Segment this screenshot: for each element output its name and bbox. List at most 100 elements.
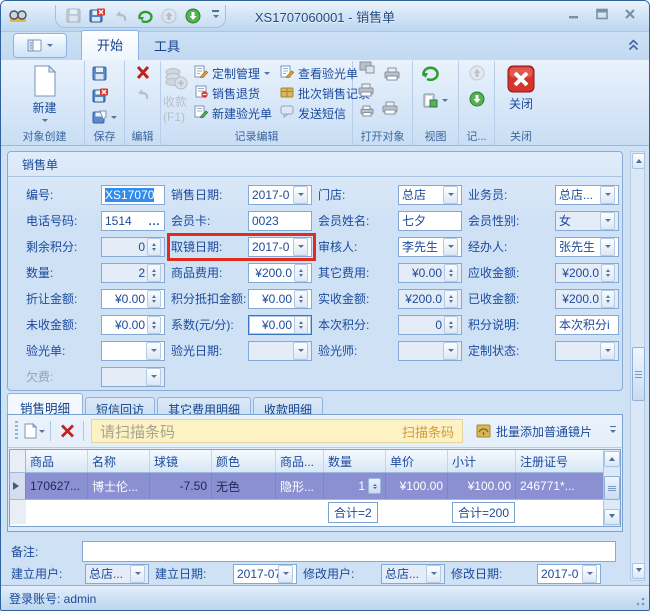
dropdown-arrow-icon[interactable] bbox=[443, 342, 458, 360]
modified-date-select[interactable]: 2017-0 bbox=[537, 564, 601, 584]
dropdown-arrow-icon[interactable] bbox=[600, 186, 615, 204]
receivable-input[interactable]: ¥200.0 bbox=[555, 263, 619, 283]
row-indicator-header[interactable] bbox=[10, 450, 26, 472]
dropdown-arrow-icon[interactable] bbox=[443, 186, 458, 204]
spinner-buttons[interactable] bbox=[294, 316, 308, 334]
toolbar-grip-handle[interactable] bbox=[15, 421, 18, 441]
application-menu-button[interactable] bbox=[13, 33, 67, 58]
col-name-header[interactable]: 名称 bbox=[88, 450, 150, 472]
new-button[interactable]: 新建 bbox=[32, 63, 58, 131]
col-subtotal-cell[interactable]: ¥100.00 bbox=[448, 473, 516, 499]
remark-input[interactable] bbox=[82, 541, 616, 562]
optometry-form-select[interactable] bbox=[101, 341, 165, 361]
col-product-type-cell[interactable]: 隐形... bbox=[276, 473, 324, 499]
quantity-input[interactable]: 2 bbox=[101, 263, 165, 283]
col-registration-no-header[interactable]: 注册证号 bbox=[516, 450, 603, 472]
batch-add-lenses-button[interactable]: 批量添加普通镜片 bbox=[469, 418, 599, 444]
dropdown-arrow-icon[interactable] bbox=[443, 238, 458, 256]
save-icon[interactable] bbox=[62, 6, 84, 26]
save-record-icon[interactable] bbox=[89, 63, 120, 83]
scroll-thumb[interactable] bbox=[632, 347, 645, 401]
coefficient-input[interactable]: ¥0.00 bbox=[248, 315, 312, 335]
redo-icon[interactable] bbox=[134, 6, 156, 26]
col-unit-price-cell[interactable]: ¥100.00 bbox=[386, 473, 448, 499]
printer-icon[interactable] bbox=[381, 101, 399, 118]
points-note-input[interactable]: 本次积分i bbox=[555, 315, 619, 335]
refresh-icon[interactable] bbox=[420, 63, 451, 84]
scroll-down-icon[interactable] bbox=[604, 509, 620, 525]
spinner-buttons[interactable] bbox=[444, 290, 458, 308]
product-fee-input[interactable]: ¥200.0 bbox=[248, 263, 312, 283]
order-number-input[interactable]: XS17070 bbox=[101, 185, 165, 205]
col-sphere-header[interactable]: 球镜 bbox=[150, 450, 212, 472]
new-optometry-button[interactable]: 新建验光单 bbox=[191, 103, 275, 123]
scan-barcode-button[interactable]: 扫描条码 bbox=[402, 422, 454, 441]
member-name-input[interactable]: 七夕 bbox=[398, 211, 462, 231]
dropdown-arrow-icon[interactable] bbox=[278, 565, 293, 583]
col-name-cell[interactable]: 博士伦... bbox=[88, 473, 150, 499]
toolbar-overflow-icon[interactable] bbox=[610, 426, 616, 437]
col-registration-no-cell[interactable]: 246771*... bbox=[516, 473, 603, 499]
client-scrollbar[interactable] bbox=[630, 151, 645, 581]
current-points-input[interactable]: 0 bbox=[398, 315, 462, 335]
undo-icon[interactable] bbox=[135, 87, 151, 104]
receive-payment-button[interactable]: 收款(F1) bbox=[163, 63, 189, 131]
remaining-points-input[interactable]: 0 bbox=[101, 237, 165, 257]
tab-tools[interactable]: 工具 bbox=[139, 32, 195, 60]
col-unit-price-header[interactable]: 单价 bbox=[386, 450, 448, 472]
optometry-date-select[interactable] bbox=[248, 341, 312, 361]
col-product-cell[interactable]: 170627... bbox=[26, 473, 88, 499]
store-select[interactable]: 总店 bbox=[398, 185, 462, 205]
dropdown-arrow-icon[interactable] bbox=[146, 368, 161, 386]
phone-number-input[interactable]: 1514… bbox=[101, 211, 165, 231]
next-record-icon[interactable] bbox=[469, 91, 485, 110]
custom-manage-button[interactable]: 定制管理 bbox=[191, 63, 275, 83]
handler-select[interactable]: 张先生 bbox=[555, 237, 619, 257]
spinner-buttons[interactable] bbox=[601, 264, 615, 282]
save-close-icon[interactable] bbox=[89, 85, 120, 105]
spinner-buttons[interactable] bbox=[601, 290, 615, 308]
dropdown-arrow-icon[interactable] bbox=[582, 565, 597, 583]
resize-grip[interactable] bbox=[634, 595, 646, 607]
tab-start[interactable]: 开始 bbox=[81, 30, 139, 60]
print-preview-icon[interactable] bbox=[359, 61, 375, 77]
collapse-ribbon-icon[interactable] bbox=[628, 39, 639, 54]
scroll-up-icon[interactable] bbox=[604, 451, 620, 467]
close-button[interactable] bbox=[623, 7, 637, 21]
scroll-up-icon[interactable] bbox=[632, 153, 645, 169]
maximize-button[interactable] bbox=[595, 7, 609, 21]
col-quantity-header[interactable]: 数量 bbox=[324, 450, 386, 472]
dropdown-arrow-icon[interactable] bbox=[293, 186, 308, 204]
scroll-down-icon[interactable] bbox=[632, 563, 645, 579]
minimize-button[interactable] bbox=[567, 7, 581, 21]
discount-input[interactable]: ¥0.00 bbox=[101, 289, 165, 309]
dropdown-arrow-icon[interactable] bbox=[426, 565, 441, 583]
layout-view-icon[interactable] bbox=[420, 90, 451, 110]
table-row-selected[interactable]: 170627...博士伦...-7.50无色隐形...1¥100.00¥100.… bbox=[10, 473, 603, 500]
sale-date-select[interactable]: 2017-0 bbox=[248, 185, 312, 205]
row-indicator-cell[interactable] bbox=[10, 473, 26, 499]
dropdown-arrow-icon[interactable] bbox=[130, 565, 145, 583]
points-deduction-input[interactable]: ¥0.00 bbox=[248, 289, 312, 309]
spinner-buttons[interactable] bbox=[147, 316, 161, 334]
save-new-icon[interactable] bbox=[89, 107, 120, 127]
scroll-thumb[interactable] bbox=[604, 476, 620, 500]
salesperson-select[interactable]: 总店... bbox=[555, 185, 619, 205]
printer-icon[interactable] bbox=[357, 83, 375, 100]
quantity-spinner-icon[interactable] bbox=[368, 478, 381, 494]
spinner-buttons[interactable] bbox=[294, 290, 308, 308]
col-subtotal-header[interactable]: 小计 bbox=[448, 450, 516, 472]
spinner-buttons[interactable] bbox=[444, 264, 458, 282]
spinner-buttons[interactable] bbox=[294, 264, 308, 282]
close-form-button[interactable]: 关闭 bbox=[507, 63, 535, 131]
optometrist-select[interactable] bbox=[398, 341, 462, 361]
delete-x-icon[interactable] bbox=[135, 65, 151, 83]
dropdown-arrow-icon[interactable] bbox=[146, 342, 161, 360]
qat-customize-icon[interactable] bbox=[212, 10, 219, 21]
dropdown-arrow-icon[interactable] bbox=[600, 238, 615, 256]
arrears-select[interactable] bbox=[101, 367, 165, 387]
col-sphere-cell[interactable]: -7.50 bbox=[150, 473, 212, 499]
spinner-buttons[interactable] bbox=[147, 290, 161, 308]
member-card-input[interactable]: 0023 bbox=[248, 211, 312, 231]
delete-row-button[interactable] bbox=[54, 419, 80, 443]
